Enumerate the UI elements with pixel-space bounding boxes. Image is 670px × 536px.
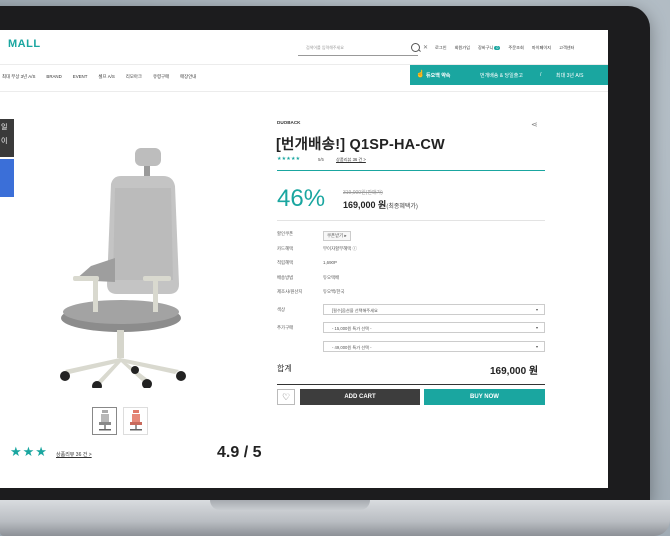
total-label: 합계 xyxy=(277,364,292,373)
util-login[interactable]: 로그인 xyxy=(435,45,447,51)
search-icon[interactable] xyxy=(411,43,420,52)
product-score: 5/5 xyxy=(318,157,324,162)
divider xyxy=(277,170,545,171)
info-value: 듀오택배 xyxy=(323,275,340,280)
util-join[interactable]: 회원가입 xyxy=(455,45,470,51)
thumbnail-strip xyxy=(92,407,148,435)
discount-rate: 46% xyxy=(277,185,326,212)
nav-item-self-as[interactable]: 셀프 A/S xyxy=(98,74,114,80)
addon-select-2[interactable]: - 49,000원 특가 선택 - ▾ xyxy=(323,341,545,352)
browser-screen: MALL 검색어를 입력해주세요 ✕ 로그인 회원가입 장바구니 0 주문조회 마… xyxy=(0,30,608,488)
thumb-chair-coral-icon xyxy=(129,410,142,431)
site-logo[interactable]: MALL xyxy=(8,38,41,50)
nav-item-5[interactable]: 유령구매 xyxy=(153,74,169,80)
option-label-color: 색상 xyxy=(277,307,286,312)
total-price: 169,000 원 xyxy=(490,366,539,377)
divider xyxy=(277,384,545,385)
info-key: 적립혜택 xyxy=(277,260,294,265)
util-support[interactable]: 고객센터 xyxy=(559,45,574,51)
promo-item-delivery: 번개배송 & 당일출고 xyxy=(480,73,523,79)
select-value: - 49,000원 특가 선택 - xyxy=(332,345,372,350)
info-value: 듀오백/한국 xyxy=(323,289,345,294)
nav-item-event[interactable]: EVENT xyxy=(73,74,88,80)
chevron-down-icon: ▾ xyxy=(535,344,538,349)
search-placeholder: 검색어를 입력해주세요 xyxy=(306,45,344,50)
promo-label: 듀오백 약속 xyxy=(426,73,451,79)
nav-item-4[interactable]: 리모아크 xyxy=(126,74,142,80)
share-icon[interactable]: ⋖ xyxy=(531,120,538,129)
hand-icon: ☝ xyxy=(416,71,425,78)
product-title: [번개배송!] Q1SP-HA-CW xyxy=(276,137,445,153)
util-orders[interactable]: 주문조회 xyxy=(508,45,523,51)
thumbnail-coral[interactable] xyxy=(123,407,148,435)
review-link[interactable]: 상품리뷰 36 건 > xyxy=(56,451,92,458)
chevron-down-icon: ▾ xyxy=(535,307,538,312)
rating-score: 4.9 / 5 xyxy=(217,444,262,461)
buy-now-button[interactable]: BUY NOW xyxy=(424,389,545,405)
select-value: [필수]옵션을 선택해주세요 xyxy=(332,308,378,313)
thumb-chair-gray-icon xyxy=(98,410,111,431)
util-mypage[interactable]: 마이페이지 xyxy=(532,45,551,51)
side-tab[interactable]: 일 이 xyxy=(0,119,14,157)
info-key: 카드혜택 xyxy=(277,246,294,251)
select-value: - 15,000원 특가 선택 - xyxy=(332,326,372,331)
nav-item-brand[interactable]: BRAND xyxy=(46,74,61,80)
coupon-button[interactable]: 쿠폰받기 ▸ xyxy=(323,231,351,241)
thumbnail-gray[interactable] xyxy=(92,407,117,435)
info-key: 할인쿠폰 xyxy=(277,231,294,236)
util-cart[interactable]: 장바구니 0 xyxy=(477,45,501,51)
side-tab-line1: 일 xyxy=(1,124,8,131)
promo-banner[interactable]: ☝ 듀오백 약속 번개배송 & 당일출고 / 최대 3년 A/S xyxy=(410,65,608,85)
color-select[interactable]: [필수]옵션을 선택해주세요 ▾ xyxy=(323,304,545,315)
promo-item-as: 최대 3년 A/S xyxy=(556,73,584,79)
option-label-addon: 추가구매 xyxy=(277,325,294,330)
sale-price: 169,000 원(최종혜택가) xyxy=(343,198,418,211)
addon-select-1[interactable]: - 15,000원 특가 선택 - ▾ xyxy=(323,322,545,333)
divider xyxy=(277,220,545,221)
side-tab-line2: 이 xyxy=(1,138,8,145)
price-note: (최종혜택가) xyxy=(386,204,418,210)
product-review-link[interactable]: 상품리뷰 36 건 > xyxy=(336,157,366,163)
nav-item-stores[interactable]: 매장안내 xyxy=(180,74,196,80)
product-image-chair[interactable] xyxy=(55,148,205,388)
info-value[interactable]: 무이자할부혜택 ⓘ xyxy=(323,246,357,252)
sale-price-value: 169,000 원 xyxy=(343,200,387,210)
nav-item-as[interactable]: 최대 무상 3년 A/S xyxy=(2,74,35,80)
search-input[interactable]: 검색어를 입력해주세요 xyxy=(298,42,418,56)
laptop-notch xyxy=(210,500,370,510)
side-tab-blue[interactable] xyxy=(0,159,14,197)
add-cart-button[interactable]: ADD CART xyxy=(300,389,420,405)
util-cart-label: 장바구니 xyxy=(477,45,494,50)
chevron-down-icon: ▾ xyxy=(535,325,538,330)
close-icon[interactable]: ✕ xyxy=(423,44,428,51)
promo-divider: / xyxy=(540,72,542,78)
info-key: 제조사/원산지 xyxy=(277,289,303,294)
product-brand: DUOBACK xyxy=(277,120,301,125)
utility-links: 로그인 회원가입 장바구니 0 주문조회 마이페이지 고객센터 xyxy=(435,45,575,51)
wishlist-heart-icon[interactable]: ♡ xyxy=(277,389,295,405)
cart-count-badge: 0 xyxy=(494,46,501,50)
info-key: 배송방법 xyxy=(277,275,294,280)
product-stars: ★★★★★ xyxy=(277,156,301,162)
review-stars: ★★★ xyxy=(10,444,48,459)
info-value: 1,690P xyxy=(323,260,337,265)
original-price: 319,000원(판매가) xyxy=(343,190,383,196)
